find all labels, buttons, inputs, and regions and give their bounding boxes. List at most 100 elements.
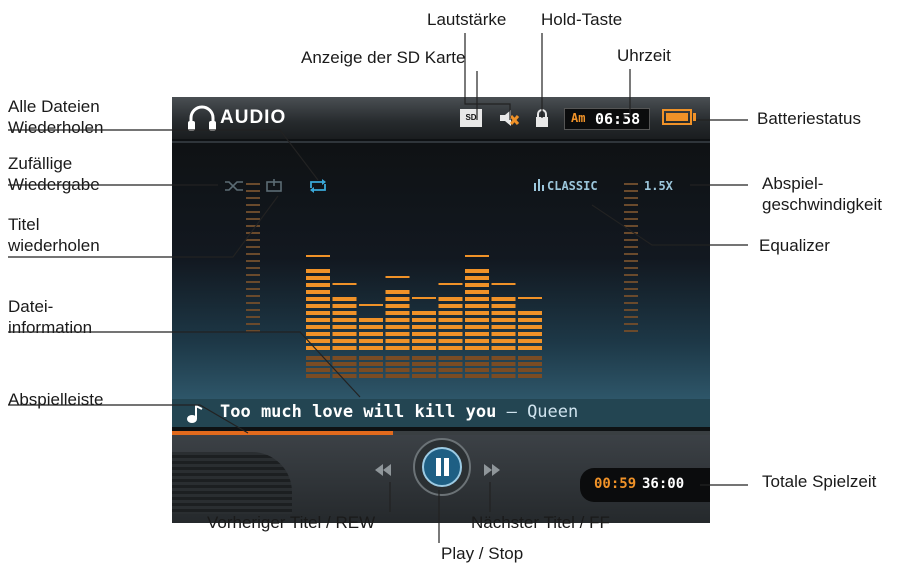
- vu-tick: [246, 225, 260, 227]
- caption-progress-bar: Abspielleiste: [8, 390, 104, 409]
- spectrum-bar-segment: [438, 318, 463, 322]
- spectrum-peak: [359, 304, 383, 306]
- spectrum-bar-segment: [412, 311, 436, 315]
- spectrum-reflection: [465, 374, 489, 378]
- spectrum-bar-segment: [465, 290, 489, 294]
- spectrum-bar-segment: [465, 332, 489, 336]
- spectrum-bar-segment: [359, 332, 383, 336]
- spectrum-bar-segment: [491, 304, 516, 308]
- vu-tick: [624, 316, 638, 318]
- vu-tick: [246, 204, 260, 206]
- speaker-muted-icon[interactable]: [498, 107, 520, 129]
- spectrum-bar-segment: [491, 346, 516, 350]
- spectrum-bar-segment: [306, 290, 330, 294]
- caption-file-info: Datei- information: [8, 296, 92, 338]
- spectrum-reflection: [359, 374, 383, 378]
- spectrum-bar-segment: [465, 283, 489, 287]
- spectrum-bar-segment: [438, 339, 463, 343]
- spectrum-reflection: [412, 374, 436, 378]
- spectrum-reflection: [465, 368, 489, 372]
- spectrum-reflection: [412, 368, 436, 372]
- caption-speed: Abspiel- geschwindigkeit: [762, 173, 882, 215]
- vu-tick: [246, 183, 260, 185]
- spectrum-reflection: [491, 356, 516, 360]
- fast-forward-icon[interactable]: [483, 463, 501, 477]
- spectrum-bar-segment: [332, 311, 357, 315]
- vu-tick: [246, 316, 260, 318]
- spectrum-reflection: [518, 374, 542, 378]
- pause-icon[interactable]: [412, 437, 472, 497]
- vu-tick: [246, 190, 260, 192]
- vu-tick: [624, 239, 638, 241]
- spectrum-bar-segment: [491, 311, 516, 315]
- song-separator: –: [496, 402, 528, 422]
- spectrum-reflection: [332, 368, 357, 372]
- vu-tick: [246, 211, 260, 213]
- spectrum-bar-segment: [385, 346, 410, 350]
- spectrum-bar-segment: [385, 304, 410, 308]
- spectrum-bar-segment: [359, 339, 383, 343]
- vu-tick: [624, 246, 638, 248]
- total-time: 36:00: [642, 476, 685, 492]
- vu-tick: [624, 295, 638, 297]
- spectrum-bar-segment: [332, 318, 357, 322]
- spectrum-peak: [518, 297, 542, 299]
- spectrum-bar-segment: [306, 297, 330, 301]
- spectrum-bar-segment: [306, 304, 330, 308]
- spectrum-bar-segment: [465, 339, 489, 343]
- spectrum-bar-segment: [306, 283, 330, 287]
- song-artist: Queen: [527, 402, 579, 422]
- spectrum-bar-segment: [332, 339, 357, 343]
- caption-clock: Uhrzeit: [617, 46, 671, 65]
- music-note-icon: [187, 404, 203, 423]
- spectrum-peak: [438, 283, 463, 285]
- song-title: Too much love will kill you – Queen: [220, 402, 578, 422]
- spectrum-visualizer: [246, 183, 638, 378]
- player-screen: AUDIO SD Am 06:58 CLASSIC 1.5X Too much …: [172, 97, 710, 523]
- vu-tick: [246, 323, 260, 325]
- vu-tick: [246, 267, 260, 269]
- song-name: Too much love will kill you: [220, 402, 497, 422]
- caption-file-info-line2: information: [8, 318, 93, 337]
- vu-tick: [624, 197, 638, 199]
- spectrum-bar-segment: [332, 346, 357, 350]
- vu-tick: [624, 232, 638, 234]
- vu-tick: [246, 274, 260, 276]
- spectrum-bar-segment: [465, 318, 489, 322]
- caption-battery: Batteriestatus: [757, 109, 861, 128]
- spectrum-bar-segment: [385, 297, 410, 301]
- caption-repeat-all-line1: Alle Dateien: [8, 97, 100, 116]
- vu-tick: [624, 211, 638, 213]
- decorative-grill: [172, 452, 292, 514]
- spectrum-bar-segment: [518, 325, 542, 329]
- spectrum-reflection: [412, 362, 436, 366]
- rewind-icon[interactable]: [374, 463, 392, 477]
- spectrum-bar-segment: [465, 304, 489, 308]
- caption-sd-card: Anzeige der SD Karte: [301, 48, 466, 67]
- caption-repeat-one-line2: wiederholen: [8, 236, 100, 255]
- spectrum-bar-segment: [438, 311, 463, 315]
- battery-icon: [662, 109, 692, 125]
- spectrum-bar-segment: [385, 332, 410, 336]
- vu-tick: [246, 232, 260, 234]
- vu-tick: [246, 260, 260, 262]
- clock-display: Am 06:58: [564, 108, 650, 130]
- vu-tick: [246, 246, 260, 248]
- vu-tick: [624, 288, 638, 290]
- spectrum-bar-segment: [412, 318, 436, 322]
- spectrum-bar-segment: [438, 346, 463, 350]
- caption-volume: Lautstärke: [427, 10, 507, 29]
- lock-icon[interactable]: [534, 108, 550, 128]
- spectrum-reflection: [306, 374, 330, 378]
- vu-tick: [246, 330, 260, 332]
- caption-next: Nächster Titel / FF: [471, 513, 610, 532]
- spectrum-bar-segment: [438, 297, 463, 301]
- spectrum-reflection: [359, 368, 383, 372]
- spectrum-reflection: [332, 356, 357, 360]
- spectrum-reflection: [465, 356, 489, 360]
- spectrum-bar-segment: [412, 339, 436, 343]
- spectrum-bar-segment: [412, 332, 436, 336]
- caption-speed-line2: geschwindigkeit: [762, 195, 883, 214]
- vu-tick: [246, 253, 260, 255]
- spectrum-bar-segment: [438, 332, 463, 336]
